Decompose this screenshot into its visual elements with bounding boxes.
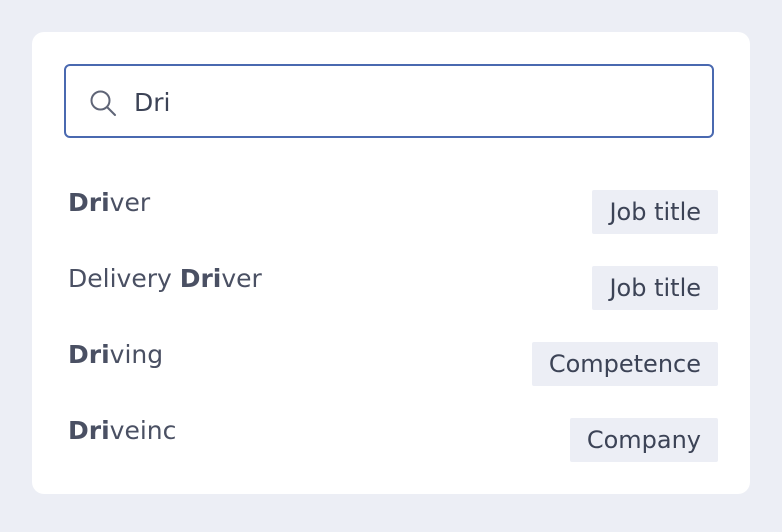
search-input[interactable]	[134, 80, 694, 124]
suggestion-label: Delivery Driver	[68, 264, 262, 293]
suggestion-type-badge: Competence	[531, 342, 718, 386]
search-icon	[90, 90, 116, 116]
suggestion-item[interactable]: Driveinc Company	[68, 402, 718, 478]
suggestion-label-before: Delivery	[68, 264, 180, 293]
suggestion-label-match: Dri	[68, 416, 110, 445]
suggestion-label-after: ver	[221, 264, 262, 293]
suggestion-label-after: veinc	[109, 416, 177, 445]
suggestion-label-match: Dri	[68, 340, 110, 369]
suggestion-list: Driver Job title Delivery Driver Job tit…	[68, 174, 718, 478]
suggestion-type-badge: Job title	[592, 190, 718, 234]
suggestion-item[interactable]: Driver Job title	[68, 174, 718, 250]
suggestion-label-match: Dri	[68, 188, 110, 217]
suggestion-label-after: ving	[109, 340, 164, 369]
suggestion-item[interactable]: Driving Competence	[68, 326, 718, 402]
suggestion-label: Driver	[68, 188, 150, 217]
suggestion-label-match: Dri	[179, 264, 222, 293]
suggestion-type-badge: Job title	[592, 266, 718, 310]
suggestion-label: Driving	[68, 340, 163, 369]
suggestion-label: Driveinc	[68, 416, 176, 445]
search-field[interactable]	[64, 64, 714, 138]
suggestion-label-after: ver	[109, 188, 151, 217]
search-card: Driver Job title Delivery Driver Job tit…	[32, 32, 750, 494]
suggestion-item[interactable]: Delivery Driver Job title	[68, 250, 718, 326]
suggestion-type-badge: Company	[569, 418, 718, 462]
